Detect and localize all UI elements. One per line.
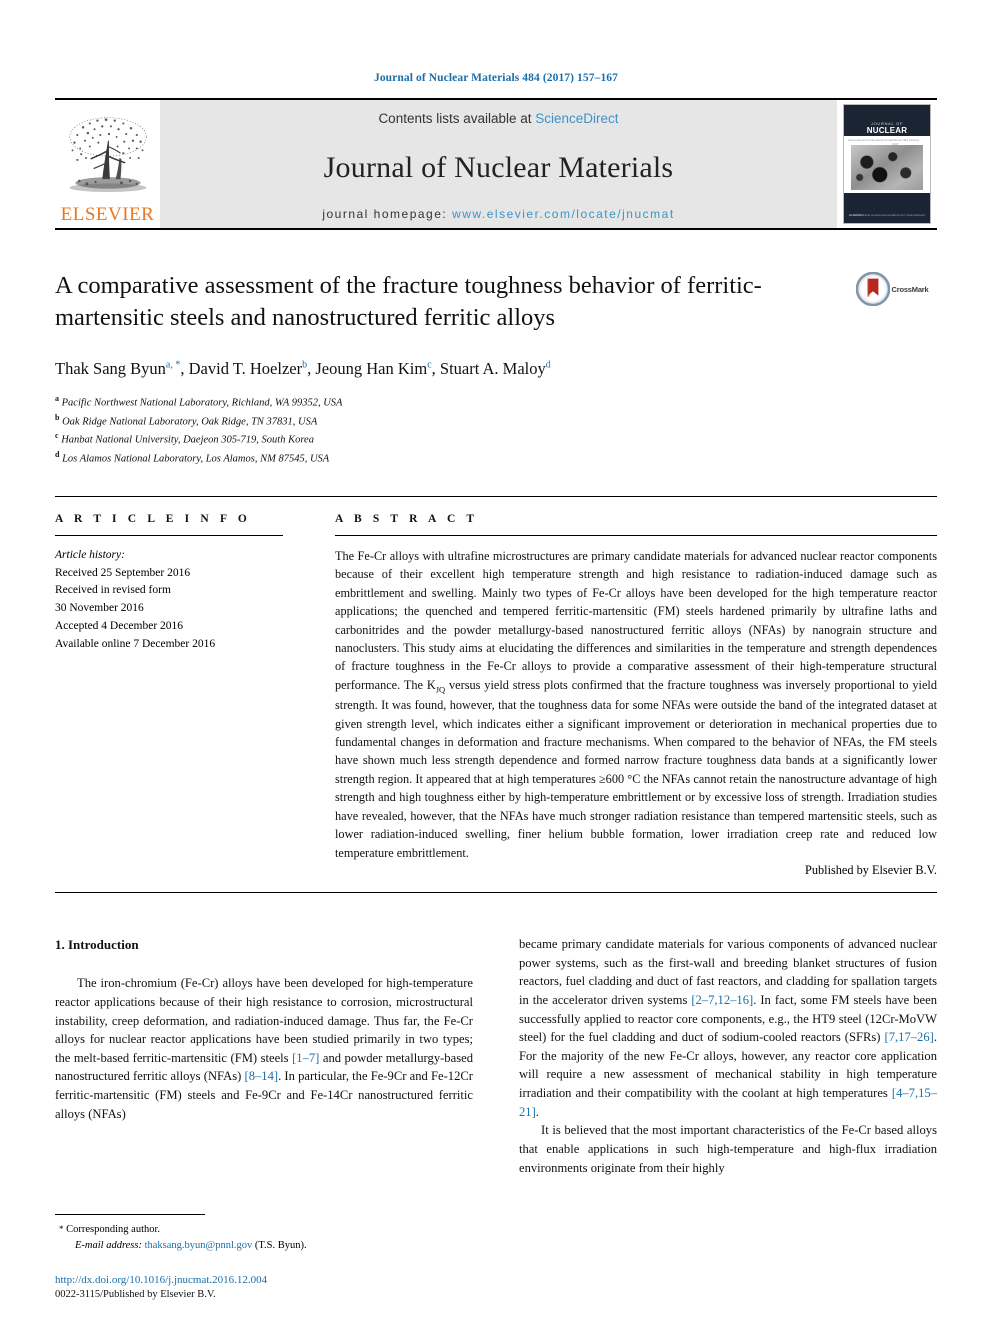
sciencedirect-link[interactable]: ScienceDirect [535, 111, 618, 126]
section-heading-introduction: 1. Introduction [55, 937, 139, 953]
journal-homepage-line: journal homepage: www.elsevier.com/locat… [160, 207, 837, 228]
abstract-part-2: versus yield stress plots confirmed that… [335, 677, 937, 860]
contents-available-line: Contents lists available at ScienceDirec… [378, 111, 618, 126]
author-name: Jeoung Han Kim [315, 358, 428, 378]
abstract-text: The Fe-Cr alloys with ultrafine microstr… [335, 547, 937, 862]
cover-bottom-right-text: Available online at www.sciencedirect.co… [849, 213, 925, 217]
citation-link[interactable]: [1–7] [292, 1051, 319, 1065]
author-entry: Stuart A. Maloyd [440, 359, 551, 378]
author-entry: David T. Hoelzerb [189, 359, 307, 378]
crossmark-icon [855, 272, 890, 306]
body-columns: 1. Introduction The iron-chromium (Fe-Cr… [55, 935, 937, 1177]
footnote-block: * Corresponding author. E-mail address: … [55, 1214, 473, 1303]
affiliation-item: c Hanbat National University, Daejeon 30… [55, 430, 829, 449]
crossmark-wrap: CrossMark [855, 272, 929, 306]
paragraph: The iron-chromium (Fe-Cr) alloys have be… [55, 974, 473, 1123]
cover-micrograph-image [851, 145, 923, 190]
affiliation-text: Pacific Northwest National Laboratory, R… [61, 397, 343, 409]
doi-link[interactable]: http://dx.doi.org/10.1016/j.jnucmat.2016… [55, 1273, 473, 1288]
issn-line: 0022-3115/Published by Elsevier B.V. [55, 1289, 216, 1301]
author-name: Thak Sang Byun [55, 358, 166, 378]
journal-masthead: ELSEVIER Contents lists available at Sci… [55, 100, 937, 228]
corresponding-author-note: * Corresponding author. [55, 1222, 473, 1238]
article-page: Journal of Nuclear Materials 484 (2017) … [0, 0, 992, 1323]
elsevier-tree-icon [68, 117, 147, 193]
body-column-left: 1. Introduction The iron-chromium (Fe-Cr… [55, 935, 496, 1177]
article-history-item: Received in revised form [55, 584, 171, 597]
author-marks[interactable]: a, * [166, 359, 180, 370]
article-history-item: 30 November 2016 [55, 602, 144, 615]
title-block: A comparative assessment of the fracture… [55, 230, 937, 468]
author-name: David T. Hoelzer [188, 358, 303, 378]
title-and-authors: A comparative assessment of the fracture… [55, 270, 847, 468]
affiliation-item: b Oak Ridge National Laboratory, Oak Rid… [55, 412, 829, 431]
affiliation-text: Oak Ridge National Laboratory, Oak Ridge… [62, 416, 318, 428]
citation-link[interactable]: [7,17–26] [885, 1030, 934, 1044]
footnote-rule [55, 1214, 205, 1216]
email-suffix: (T.S. Byun). [252, 1240, 307, 1252]
abstract-rule [335, 534, 937, 536]
article-history-title: Article history: [55, 548, 125, 561]
journal-title: Journal of Nuclear Materials [323, 150, 674, 184]
affiliation-list: a Pacific Northwest National Laboratory,… [55, 393, 829, 468]
affiliation-mark: c [55, 431, 59, 441]
article-history-item: Available online 7 December 2016 [55, 637, 216, 650]
affiliation-mark: d [55, 450, 60, 460]
abstract-part-1: The Fe-Cr alloys with ultrafine microstr… [335, 548, 937, 692]
abstract-subscript: JQ [435, 684, 446, 695]
article-history-item: Received 25 September 2016 [55, 566, 191, 579]
article-info-rule [55, 534, 283, 536]
article-history-item: Accepted 4 December 2016 [55, 620, 184, 633]
paragraph: It is believed that the most important c… [519, 1123, 937, 1175]
journal-cover-thumbnail[interactable]: JOURNAL OF NUCLEAR MATERIALS www.elsevie… [837, 100, 937, 228]
elsevier-logo: ELSEVIER [55, 100, 160, 228]
corresponding-author-marker: * [59, 1224, 64, 1235]
article-info-label: A R T I C L E I N F O [55, 512, 251, 525]
masthead-center-panel: Contents lists available at ScienceDirec… [160, 100, 837, 228]
abstract-published-by: Published by Elsevier B.V. [805, 863, 937, 878]
running-head: Journal of Nuclear Materials 484 (2017) … [373, 72, 619, 84]
crossmark-badge[interactable]: CrossMark [847, 270, 937, 468]
affiliation-mark: b [55, 412, 60, 422]
elsevier-wordmark: ELSEVIER [60, 204, 155, 225]
contents-prefix: Contents lists available at [378, 111, 536, 126]
author-sep: , [180, 358, 189, 378]
author-name: Stuart A. Maloy [439, 358, 546, 378]
homepage-url-link[interactable]: www.elsevier.com/locate/jnucmat [452, 207, 675, 221]
article-info-column: A R T I C L E I N F O Article history: R… [55, 513, 309, 878]
abstract-column: A B S T R A C T The Fe-Cr alloys with ul… [309, 513, 937, 878]
info-abstract-row: A R T I C L E I N F O Article history: R… [55, 497, 937, 892]
cover-bottom-band [844, 193, 930, 223]
affiliation-text: Los Alamos National Laboratory, Los Alam… [62, 453, 330, 465]
abstract-label: A B S T R A C T [335, 512, 479, 525]
paragraph: became primary candidate materials for v… [519, 935, 937, 1121]
email-label: E-mail address: [75, 1240, 142, 1252]
author-sep: , [431, 358, 440, 378]
page-title: A comparative assessment of the fracture… [55, 272, 762, 332]
homepage-label: journal homepage: [322, 207, 453, 221]
affiliation-item: a Pacific Northwest National Laboratory,… [55, 393, 829, 412]
crossmark-label: CrossMark [891, 284, 929, 294]
author-marks[interactable]: d [546, 359, 551, 370]
email-link[interactable]: thaksang.byun@pnnl.gov [145, 1240, 253, 1251]
corresponding-author-text: Corresponding author. [66, 1224, 161, 1236]
cover-image: JOURNAL OF NUCLEAR MATERIALS www.elsevie… [843, 104, 931, 224]
paragraph-text: . [535, 1104, 539, 1119]
affiliation-mark: a [55, 393, 59, 403]
affiliation-text: Hanbat National University, Daejeon 305-… [61, 434, 314, 446]
abstract-bottom-rule [55, 892, 937, 894]
body-column-right: became primary candidate materials for v… [496, 935, 937, 1177]
author-entry: Jeoung Han Kimc [315, 359, 431, 378]
affiliation-item: d Los Alamos National Laboratory, Los Al… [55, 449, 829, 468]
author-entry: Thak Sang Byuna, * [55, 359, 180, 378]
citation-link[interactable]: [2–7,12–16] [691, 993, 753, 1007]
email-note: E-mail address: thaksang.byun@pnnl.gov (… [55, 1238, 473, 1254]
author-list: Thak Sang Byuna, *, David T. Hoelzerb, J… [55, 357, 829, 380]
citation-link[interactable]: [8–14] [245, 1069, 279, 1083]
